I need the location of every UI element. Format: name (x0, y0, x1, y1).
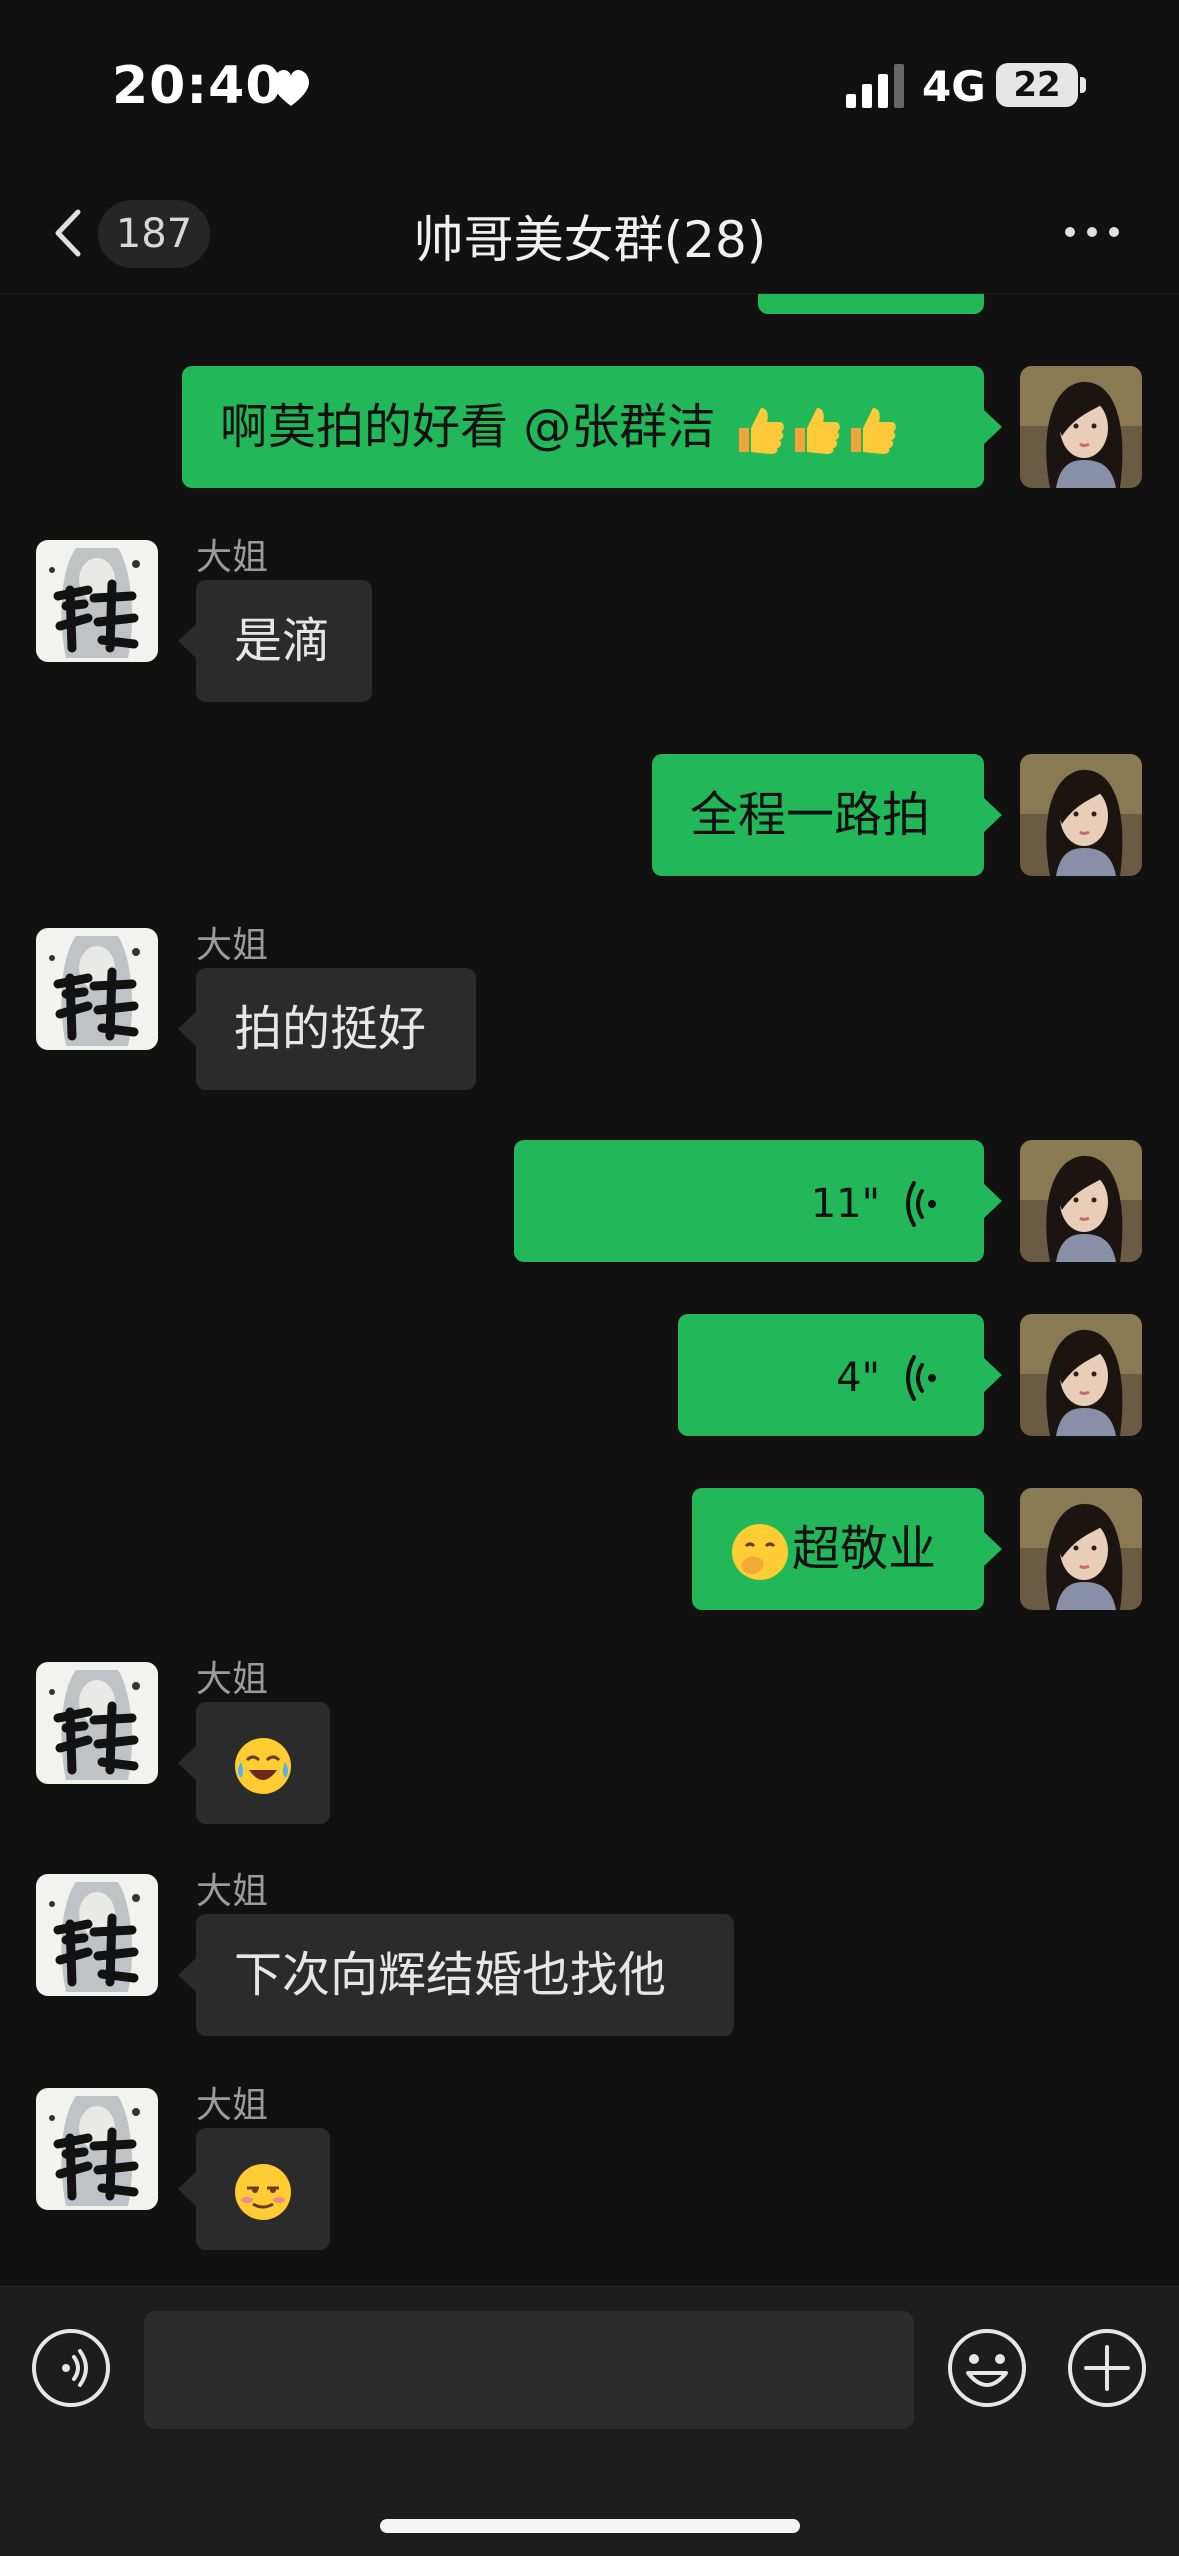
thumbs-up-icon (843, 402, 899, 458)
message-text: 下次向辉结婚也找他 (234, 1947, 667, 2003)
sender-name: 大姐 (196, 1659, 269, 1700)
voice-duration: 11" (810, 1181, 880, 1227)
signal-icon (846, 64, 904, 108)
message-bubble-incoming[interactable]: 拍的挺好 (178, 968, 476, 1090)
unread-count-badge[interactable]: 187 (98, 200, 210, 268)
avatar[interactable] (1020, 1140, 1142, 1262)
home-indicator[interactable] (380, 2519, 800, 2533)
avatar[interactable] (1020, 754, 1142, 876)
message-text: 啊莫拍的好看 @张群洁 (220, 399, 731, 455)
voice-wave-icon (902, 1353, 946, 1403)
avatar[interactable] (1020, 294, 1142, 314)
avatar[interactable] (36, 2088, 158, 2210)
battery-tip (1080, 77, 1086, 93)
thumbs-up-icon (787, 402, 843, 458)
status-time: 20:40 (112, 56, 283, 116)
voice-duration: 4" (836, 1355, 880, 1401)
face-with-hand-over-mouth-icon (728, 1520, 792, 1584)
tears-of-joy-icon (231, 1734, 295, 1798)
voice-input-icon[interactable] (30, 2327, 112, 2409)
message-input[interactable] (144, 2311, 914, 2429)
avatar[interactable] (36, 1662, 158, 1784)
chat-title: 帅哥美女群(28) (413, 211, 767, 269)
message-bubble-incoming[interactable] (178, 2128, 330, 2250)
message-text: 全程一路拍 (690, 787, 931, 843)
avatar[interactable] (1020, 1314, 1142, 1436)
message-bubble-incoming[interactable]: 下次向辉结婚也找他 (178, 1914, 734, 2036)
smirk-blush-icon (231, 2160, 295, 2224)
message-text: 超敬业 (792, 1521, 937, 1577)
voice-message-bubble[interactable]: 11" (514, 1140, 1002, 1262)
voice-message-bubble[interactable]: 4" (678, 1314, 1002, 1436)
sender-name: 大姐 (196, 537, 269, 578)
message-text: 拍的挺好 (234, 1001, 427, 1057)
sender-name: 大姐 (196, 925, 269, 966)
message-text: 是滴 (234, 613, 331, 669)
message-bubble-outgoing[interactable]: 啊莫拍的好看 @张群洁 (182, 366, 1002, 488)
plus-icon[interactable] (1066, 2327, 1148, 2409)
voice-wave-icon (902, 1179, 946, 1229)
nav-bar: 187 帅哥美女群(28) (0, 170, 1179, 294)
avatar[interactable] (36, 1874, 158, 1996)
message-list[interactable]: 啊莫拍的好看 @张群洁 大姐 是滴 全程一路拍 大姐 拍的挺好 11" 4" 超… (0, 294, 1179, 2294)
battery-icon: 22 (996, 63, 1078, 107)
thumbs-up-icon (731, 402, 787, 458)
avatar[interactable] (1020, 366, 1142, 488)
message-bubble-outgoing[interactable]: 全程一路拍 (652, 754, 1002, 876)
message-bubble-partial[interactable] (758, 294, 984, 314)
message-bubble-outgoing[interactable]: 超敬业 (692, 1488, 1002, 1610)
message-bubble-incoming[interactable] (178, 1702, 330, 1824)
more-icon[interactable] (1060, 220, 1124, 244)
input-bar (0, 2286, 1179, 2556)
avatar[interactable] (36, 540, 158, 662)
avatar[interactable] (1020, 1488, 1142, 1610)
message-bubble-incoming[interactable]: 是滴 (178, 580, 372, 702)
emoji-icon[interactable] (946, 2327, 1028, 2409)
network-type: 4G (922, 62, 986, 111)
back-icon[interactable] (46, 198, 86, 268)
status-bar: 20:40 4G 22 (0, 0, 1179, 170)
sender-name: 大姐 (196, 1871, 269, 1912)
avatar[interactable] (36, 928, 158, 1050)
heart-icon (272, 69, 310, 106)
sender-name: 大姐 (196, 2085, 269, 2126)
